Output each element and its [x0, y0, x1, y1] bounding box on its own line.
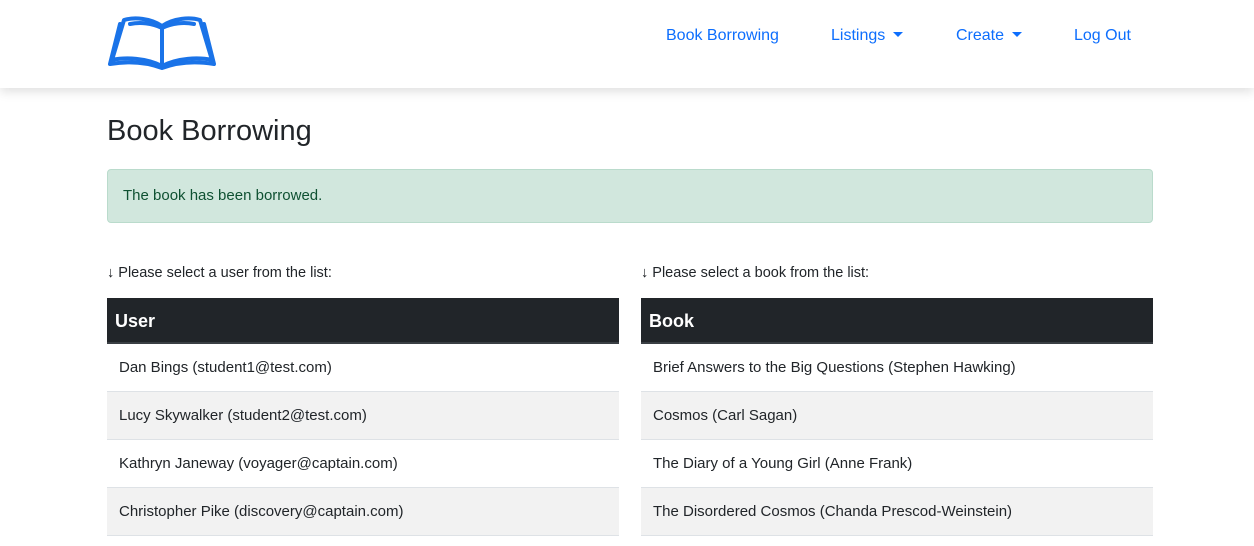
user-row[interactable]: Christopher Pike (discovery@captain.com) [107, 488, 619, 536]
user-row[interactable]: Lucy Skywalker (student2@test.com) [107, 392, 619, 440]
book-table-header: Book [641, 298, 1153, 344]
user-table: User Dan Bings (student1@test.com) Lucy … [107, 298, 619, 536]
nav-link-label: Book Borrowing [666, 27, 779, 44]
book-row[interactable]: Cosmos (Carl Sagan) [641, 392, 1153, 440]
page-title: Book Borrowing [107, 115, 312, 147]
nav-dropdown-create[interactable]: Create [956, 26, 1023, 46]
nav-link-log-out[interactable]: Log Out [1074, 26, 1131, 46]
user-row[interactable]: Dan Bings (student1@test.com) [107, 344, 619, 392]
book-table: Book Brief Answers to the Big Questions … [641, 298, 1153, 536]
user-select-hint: ↓ Please select a user from the list: [107, 265, 332, 281]
navbar: Book Borrowing Listings Create Log Out [0, 0, 1254, 88]
nav-link-book-borrowing[interactable]: Book Borrowing [666, 26, 779, 46]
open-book-icon [108, 16, 216, 70]
book-row[interactable]: Brief Answers to the Big Questions (Step… [641, 344, 1153, 392]
nav-link-label: Listings [831, 27, 886, 44]
caret-down-icon [893, 32, 904, 37]
brand-logo-link[interactable] [106, 14, 218, 72]
book-row[interactable]: The Diary of a Young Girl (Anne Frank) [641, 440, 1153, 488]
nav-link-label: Log Out [1074, 27, 1131, 44]
book-select-hint: ↓ Please select a book from the list: [641, 265, 870, 281]
user-row[interactable]: Kathryn Janeway (voyager@captain.com) [107, 440, 619, 488]
nav-dropdown-listings[interactable]: Listings [831, 26, 904, 46]
success-alert: The book has been borrowed. [107, 169, 1153, 223]
nav-link-label: Create [956, 27, 1005, 44]
caret-down-icon [1012, 32, 1023, 37]
book-row[interactable]: The Disordered Cosmos (Chanda Prescod-We… [641, 488, 1153, 536]
alert-message: The book has been borrowed. [123, 187, 323, 204]
user-table-header: User [107, 298, 619, 344]
